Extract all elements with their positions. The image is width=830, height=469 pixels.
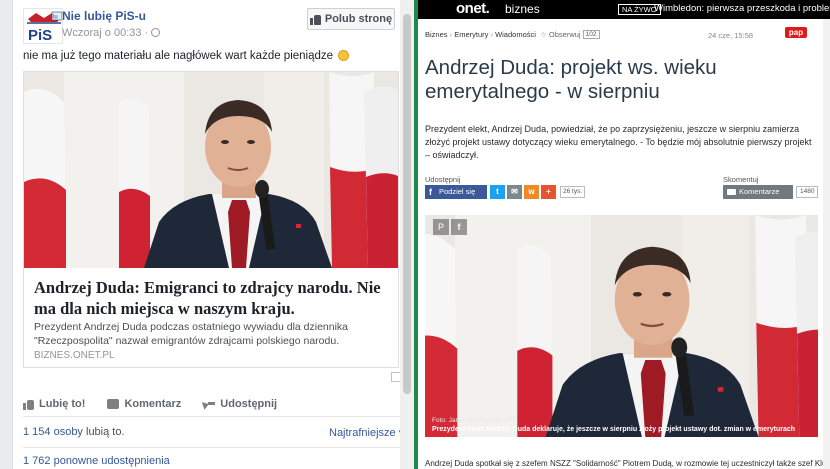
pinterest-icon[interactable]: P xyxy=(433,219,449,235)
onet-top-bar: onet. biznes NA ŻYWO Wimbledon: pierwsza… xyxy=(418,0,830,19)
twitter-icon[interactable]: t xyxy=(490,185,505,199)
post-time-text[interactable]: Wczoraj o 00:33 · xyxy=(62,27,148,39)
likes-suffix: lubią to. xyxy=(82,426,125,438)
onet-logo-text[interactable]: onet xyxy=(456,0,486,17)
article-title: Andrzej Duda: projekt ws. wieku emerytal… xyxy=(425,56,717,103)
like-page-button[interactable]: Polub stronę xyxy=(307,8,395,30)
comment-sort-dropdown[interactable]: Najtrafniejsze ▾ xyxy=(329,426,404,439)
comments-button-label: Komentarze xyxy=(739,187,780,196)
onet-scrollbar[interactable] xyxy=(823,19,830,469)
scrollbar-thumb[interactable] xyxy=(403,14,411,394)
breadcrumb-emerytury[interactable]: Emerytury xyxy=(454,30,488,39)
like-page-label: Polub stronę xyxy=(324,13,393,25)
facebook-share-button[interactable]: f Podziel się xyxy=(425,185,487,199)
onet-section-logo[interactable]: biznes xyxy=(505,2,540,16)
comment-count: 1480 xyxy=(796,186,819,198)
svg-text:PiS: PiS xyxy=(28,27,52,44)
wykop-icon[interactable]: w xyxy=(524,185,539,199)
like-button[interactable]: Lubię to! xyxy=(23,394,85,414)
comments-section-label: Skomentuj xyxy=(723,175,759,184)
shares-count-link[interactable]: 1 762 ponowne udostępnienia xyxy=(23,455,170,467)
link-preview[interactable]: Andrzej Duda: Emigranci to zdrajcy narod… xyxy=(23,71,399,368)
link-preview-image[interactable] xyxy=(24,72,398,268)
divider xyxy=(23,416,401,417)
post-actions: Lubię to! Komentarz Udostępnij xyxy=(23,394,401,414)
comment-label: Komentarz xyxy=(124,398,182,410)
post-text-body: nie ma już tego materiału ale nagłówek w… xyxy=(23,50,334,62)
likes-summary: 1 154 osoby lubią to. xyxy=(23,426,125,438)
globe-icon xyxy=(151,28,161,37)
more-share-icon[interactable]: + xyxy=(541,185,556,199)
breadcrumb-wiadomosci[interactable]: Wiadomości xyxy=(495,30,536,39)
facebook-post-card: PiS lu Nie lubię PiS-u Wczoraj o 00:33 ·… xyxy=(12,0,410,469)
observe-count: 102 xyxy=(582,30,600,39)
like-icon xyxy=(23,399,34,410)
photo-facebook-icon[interactable]: f xyxy=(451,219,467,235)
comments-button[interactable]: Komentarze xyxy=(723,185,793,199)
news-ticker[interactable]: Wimbledon: pierwsza przeszkoda i problem… xyxy=(654,3,830,14)
facebook-share-label: Podziel się xyxy=(439,187,476,196)
share-label: Udostępnij xyxy=(220,398,278,410)
thumbs-up-icon xyxy=(309,14,321,25)
link-title[interactable]: Andrzej Duda: Emigranci to zdrajcy narod… xyxy=(34,277,390,319)
divider xyxy=(23,447,401,448)
share-section-label: Udostępnij xyxy=(425,175,461,184)
share-icon xyxy=(203,399,216,409)
svg-text:lu: lu xyxy=(53,15,58,21)
facebook-panel: PiS lu Nie lubię PiS-u Wczoraj o 00:33 ·… xyxy=(0,0,414,469)
breadcrumb-biznes[interactable]: Biznes xyxy=(425,30,448,39)
page-avatar[interactable]: PiS lu xyxy=(23,8,63,44)
article-photo[interactable]: P f Foto: Janek Skarżyński / AFP Prezyde… xyxy=(425,215,818,437)
share-button[interactable]: Udostępnij xyxy=(203,394,277,414)
scrollbar[interactable] xyxy=(400,0,414,469)
photo-caption: Prezydent elekt Andrzej Duda deklaruje, … xyxy=(432,426,796,433)
facebook-icon: f xyxy=(429,187,432,197)
post-timestamp[interactable]: Wczoraj o 00:33 · xyxy=(62,27,161,39)
likes-count-link[interactable]: 1 154 osoby xyxy=(23,426,83,438)
comment-button[interactable]: Komentarz xyxy=(107,394,181,414)
article-body-start: Andrzej Duda spotkał się z szefem NSZZ "… xyxy=(425,459,827,468)
breadcrumb: Biznes › Emerytury › Wiadomości ☆ Obserw… xyxy=(425,30,600,39)
observe-button[interactable]: Obserwuj xyxy=(549,30,581,39)
post-text: nie ma już tego materiału ale nagłówek w… xyxy=(23,50,350,62)
photo-credit: Foto: Janek Skarżyński / AFP xyxy=(432,417,517,424)
link-description: Prezydent Andrzej Duda podczas ostatnieg… xyxy=(34,321,349,347)
link-domain: BIZNES.ONET.PL xyxy=(34,350,115,361)
like-label: Lubię to! xyxy=(39,398,86,410)
onet-panel: onet. biznes NA ŻYWO Wimbledon: pierwsza… xyxy=(418,0,830,469)
onet-logo[interactable]: onet. xyxy=(456,0,490,17)
star-icon[interactable]: ☆ xyxy=(540,30,547,39)
comment-icon xyxy=(107,399,120,409)
comment-bubble-icon xyxy=(727,189,736,195)
page-name[interactable]: Nie lubię PiS-u xyxy=(62,9,146,23)
source-badge: pap xyxy=(785,27,807,38)
smiley-icon xyxy=(338,50,350,61)
article-lead: Prezydent elekt, Andrzej Duda, powiedzia… xyxy=(425,124,812,160)
article-date: 24 cze, 15:58 xyxy=(708,31,754,40)
share-count: 26 tys. xyxy=(560,186,586,198)
email-icon[interactable]: ✉ xyxy=(507,185,522,199)
